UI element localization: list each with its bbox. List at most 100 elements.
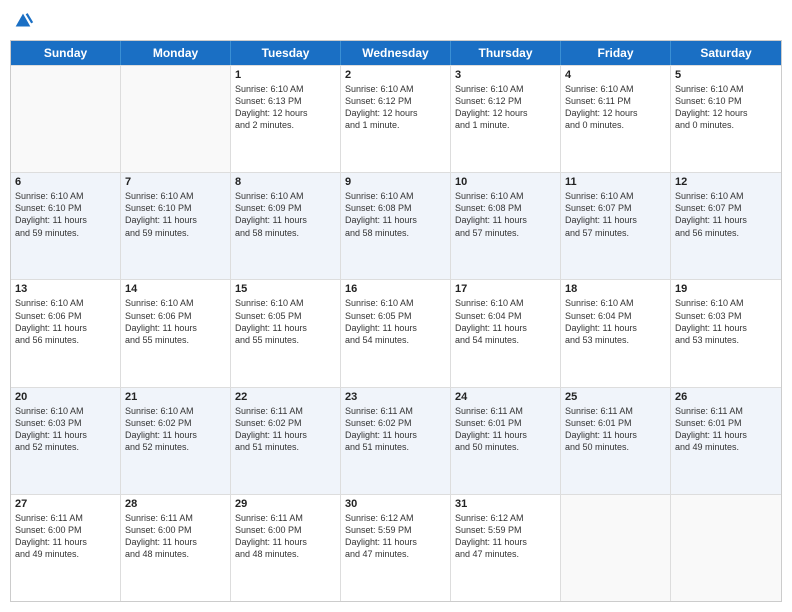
cell-info: Sunrise: 6:11 AM Sunset: 6:01 PM Dayligh… <box>675 405 777 454</box>
day-number: 5 <box>675 69 777 81</box>
cell-info: Sunrise: 6:10 AM Sunset: 6:11 PM Dayligh… <box>565 83 666 132</box>
cell-info: Sunrise: 6:11 AM Sunset: 6:02 PM Dayligh… <box>235 405 336 454</box>
day-number: 24 <box>455 391 556 403</box>
calendar-cell: 27 Sunrise: 6:11 AM Sunset: 6:00 PM Dayli… <box>11 495 121 601</box>
cell-info: Sunrise: 6:11 AM Sunset: 6:01 PM Dayligh… <box>565 405 666 454</box>
calendar-cell <box>671 495 781 601</box>
day-number: 13 <box>15 283 116 295</box>
calendar-cell: 21 Sunrise: 6:10 AM Sunset: 6:02 PM Dayli… <box>121 388 231 494</box>
cell-info: Sunrise: 6:10 AM Sunset: 6:12 PM Dayligh… <box>455 83 556 132</box>
day-number: 2 <box>345 69 446 81</box>
calendar-cell: 9Sunrise: 6:10 AM Sunset: 6:08 PM Daylig… <box>341 173 451 279</box>
day-number: 19 <box>675 283 777 295</box>
cell-info: Sunrise: 6:11 AM Sunset: 6:00 PM Dayligh… <box>125 512 226 561</box>
cell-info: Sunrise: 6:10 AM Sunset: 6:04 PM Dayligh… <box>455 297 556 346</box>
calendar-header: Sunday Monday Tuesday Wednesday Thursday… <box>11 41 781 65</box>
logo <box>10 10 34 32</box>
header <box>10 10 782 32</box>
day-number: 29 <box>235 498 336 510</box>
day-number: 12 <box>675 176 777 188</box>
calendar-cell: 18Sunrise: 6:10 AM Sunset: 6:04 PM Dayli… <box>561 280 671 386</box>
calendar-cell: 6 Sunrise: 6:10 AM Sunset: 6:10 PM Daylig… <box>11 173 121 279</box>
day-number: 17 <box>455 283 556 295</box>
cell-info: Sunrise: 6:11 AM Sunset: 6:00 PM Dayligh… <box>235 512 336 561</box>
day-number: 3 <box>455 69 556 81</box>
calendar-cell: 14 Sunrise: 6:10 AM Sunset: 6:06 PM Dayli… <box>121 280 231 386</box>
cell-info: Sunrise: 6:10 AM Sunset: 6:07 PM Dayligh… <box>675 190 777 239</box>
day-number: 4 <box>565 69 666 81</box>
cell-info: Sunrise: 6:12 AM Sunset: 5:59 PM Dayligh… <box>345 512 446 561</box>
cell-info: Sunrise: 6:10 AM Sunset: 6:06 PM Dayligh… <box>15 297 116 346</box>
calendar-cell: 22 Sunrise: 6:11 AM Sunset: 6:02 PM Dayli… <box>231 388 341 494</box>
cell-info: Sunrise: 6:10 AM Sunset: 6:09 PM Dayligh… <box>235 190 336 239</box>
calendar-cell <box>121 66 231 172</box>
cell-info: Sunrise: 6:10 AM Sunset: 6:04 PM Dayligh… <box>565 297 666 346</box>
calendar-cell <box>561 495 671 601</box>
calendar-cell: 24Sunrise: 6:11 AM Sunset: 6:01 PM Dayli… <box>451 388 561 494</box>
day-number: 7 <box>125 176 226 188</box>
cell-info: Sunrise: 6:10 AM Sunset: 6:13 PM Dayligh… <box>235 83 336 132</box>
day-number: 31 <box>455 498 556 510</box>
calendar-cell: 10Sunrise: 6:10 AM Sunset: 6:08 PM Dayli… <box>451 173 561 279</box>
calendar-cell: 7Sunrise: 6:10 AM Sunset: 6:10 PM Daylig… <box>121 173 231 279</box>
calendar-cell: 5Sunrise: 6:10 AM Sunset: 6:10 PM Daylig… <box>671 66 781 172</box>
cell-info: Sunrise: 6:10 AM Sunset: 6:07 PM Dayligh… <box>565 190 666 239</box>
cell-info: Sunrise: 6:10 AM Sunset: 6:05 PM Dayligh… <box>345 297 446 346</box>
calendar-cell: 28 Sunrise: 6:11 AM Sunset: 6:00 PM Dayli… <box>121 495 231 601</box>
calendar-cell: 25 Sunrise: 6:11 AM Sunset: 6:01 PM Dayli… <box>561 388 671 494</box>
header-wednesday: Wednesday <box>341 41 451 65</box>
calendar-cell: 16 Sunrise: 6:10 AM Sunset: 6:05 PM Dayli… <box>341 280 451 386</box>
day-number: 21 <box>125 391 226 403</box>
cell-info: Sunrise: 6:12 AM Sunset: 5:59 PM Dayligh… <box>455 512 556 561</box>
calendar-cell: 31 Sunrise: 6:12 AM Sunset: 5:59 PM Dayli… <box>451 495 561 601</box>
cell-info: Sunrise: 6:10 AM Sunset: 6:03 PM Dayligh… <box>675 297 777 346</box>
calendar: Sunday Monday Tuesday Wednesday Thursday… <box>10 40 782 602</box>
day-number: 6 <box>15 176 116 188</box>
calendar-cell: 20Sunrise: 6:10 AM Sunset: 6:03 PM Dayli… <box>11 388 121 494</box>
header-thursday: Thursday <box>451 41 561 65</box>
calendar-cell: 4 Sunrise: 6:10 AM Sunset: 6:11 PM Daylig… <box>561 66 671 172</box>
calendar-cell: 23 Sunrise: 6:11 AM Sunset: 6:02 PM Dayli… <box>341 388 451 494</box>
day-number: 23 <box>345 391 446 403</box>
calendar-cell: 13 Sunrise: 6:10 AM Sunset: 6:06 PM Dayli… <box>11 280 121 386</box>
cell-info: Sunrise: 6:10 AM Sunset: 6:10 PM Dayligh… <box>15 190 116 239</box>
cell-info: Sunrise: 6:11 AM Sunset: 6:02 PM Dayligh… <box>345 405 446 454</box>
header-monday: Monday <box>121 41 231 65</box>
day-number: 26 <box>675 391 777 403</box>
cell-info: Sunrise: 6:10 AM Sunset: 6:06 PM Dayligh… <box>125 297 226 346</box>
calendar-cell: 12 Sunrise: 6:10 AM Sunset: 6:07 PM Dayli… <box>671 173 781 279</box>
cell-info: Sunrise: 6:10 AM Sunset: 6:08 PM Dayligh… <box>345 190 446 239</box>
day-number: 15 <box>235 283 336 295</box>
calendar-cell: 11Sunrise: 6:10 AM Sunset: 6:07 PM Dayli… <box>561 173 671 279</box>
day-number: 14 <box>125 283 226 295</box>
calendar-cell: 26 Sunrise: 6:11 AM Sunset: 6:01 PM Dayli… <box>671 388 781 494</box>
calendar-cell: 15Sunrise: 6:10 AM Sunset: 6:05 PM Dayli… <box>231 280 341 386</box>
calendar-cell: 2 Sunrise: 6:10 AM Sunset: 6:12 PM Daylig… <box>341 66 451 172</box>
cell-info: Sunrise: 6:11 AM Sunset: 6:00 PM Dayligh… <box>15 512 116 561</box>
day-number: 22 <box>235 391 336 403</box>
calendar-row: 20Sunrise: 6:10 AM Sunset: 6:03 PM Dayli… <box>11 387 781 494</box>
header-friday: Friday <box>561 41 671 65</box>
logo-icon <box>12 10 34 32</box>
cell-info: Sunrise: 6:10 AM Sunset: 6:12 PM Dayligh… <box>345 83 446 132</box>
calendar-cell: 8 Sunrise: 6:10 AM Sunset: 6:09 PM Daylig… <box>231 173 341 279</box>
day-number: 1 <box>235 69 336 81</box>
calendar-body: 1 Sunrise: 6:10 AM Sunset: 6:13 PM Daylig… <box>11 65 781 601</box>
calendar-row: 13 Sunrise: 6:10 AM Sunset: 6:06 PM Dayli… <box>11 279 781 386</box>
day-number: 20 <box>15 391 116 403</box>
calendar-cell: 19 Sunrise: 6:10 AM Sunset: 6:03 PM Dayli… <box>671 280 781 386</box>
header-tuesday: Tuesday <box>231 41 341 65</box>
header-sunday: Sunday <box>11 41 121 65</box>
day-number: 8 <box>235 176 336 188</box>
calendar-cell: 30 Sunrise: 6:12 AM Sunset: 5:59 PM Dayli… <box>341 495 451 601</box>
calendar-row: 27 Sunrise: 6:11 AM Sunset: 6:00 PM Dayli… <box>11 494 781 601</box>
day-number: 25 <box>565 391 666 403</box>
day-number: 28 <box>125 498 226 510</box>
page: Sunday Monday Tuesday Wednesday Thursday… <box>0 0 792 612</box>
day-number: 30 <box>345 498 446 510</box>
day-number: 16 <box>345 283 446 295</box>
day-number: 27 <box>15 498 116 510</box>
calendar-cell: 29 Sunrise: 6:11 AM Sunset: 6:00 PM Dayli… <box>231 495 341 601</box>
calendar-cell: 17 Sunrise: 6:10 AM Sunset: 6:04 PM Dayli… <box>451 280 561 386</box>
cell-info: Sunrise: 6:10 AM Sunset: 6:02 PM Dayligh… <box>125 405 226 454</box>
